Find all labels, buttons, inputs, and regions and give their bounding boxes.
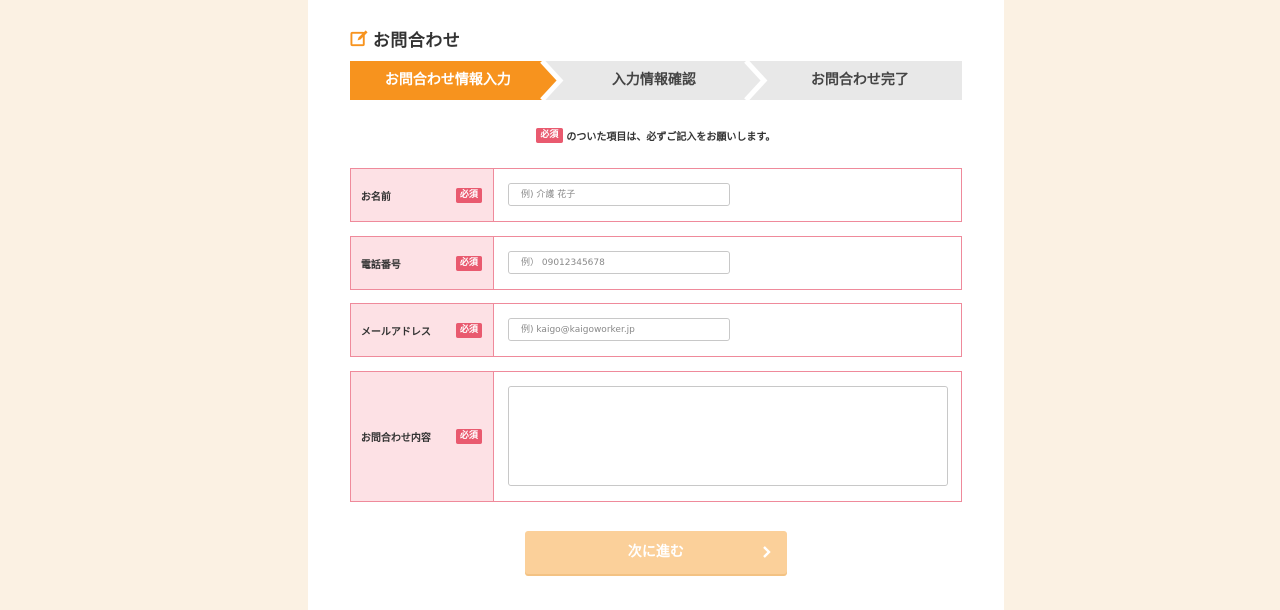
required-badge: 必須: [455, 255, 482, 271]
name-label: お名前: [361, 191, 391, 203]
progress-steps: お問合わせ情報入力 入力情報確認 お問合わせ完了: [350, 61, 962, 100]
form-row-name: お名前 必須: [350, 168, 962, 222]
message-label: お問合わせ内容: [361, 433, 431, 444]
form-row-phone: 電話番号 必須: [350, 236, 962, 290]
phone-label: 電話番号: [361, 259, 401, 271]
field-label-phone: 電話番号 必須: [351, 237, 494, 289]
required-badge: 必須: [455, 429, 482, 444]
message-textarea[interactable]: [508, 386, 948, 486]
field-label-name: お名前 必須: [351, 169, 494, 221]
form-row-email: メールアドレス 必須: [350, 303, 962, 357]
step-complete: お問合わせ完了: [811, 72, 909, 88]
required-badge: 必須: [455, 187, 482, 203]
page-title: お問合わせ: [373, 30, 461, 51]
step-confirm: 入力情報確認: [612, 72, 696, 88]
required-notice: 必須 のついた項目は、必ずご記入をお願いします。: [350, 128, 962, 143]
chevron-right-icon: [761, 545, 773, 559]
next-button[interactable]: 次に進む: [525, 531, 787, 574]
required-badge: 必須: [536, 128, 563, 143]
required-notice-text: のついた項目は、必ずご記入をお願いします。: [566, 132, 776, 143]
field-label-message: お問合わせ内容 必須: [351, 372, 494, 501]
email-label: メールアドレス: [361, 326, 431, 338]
name-input[interactable]: [508, 183, 730, 206]
edit-icon: [350, 29, 369, 48]
form-row-message: お問合わせ内容 必須: [350, 371, 962, 502]
field-label-email: メールアドレス 必須: [351, 304, 494, 356]
next-button-label: 次に進む: [628, 544, 684, 560]
required-badge: 必須: [455, 322, 482, 338]
phone-input[interactable]: [508, 251, 730, 274]
email-input[interactable]: [508, 318, 730, 341]
page-header: お問合わせ: [350, 27, 461, 51]
step-input: お問合わせ情報入力: [385, 72, 511, 88]
